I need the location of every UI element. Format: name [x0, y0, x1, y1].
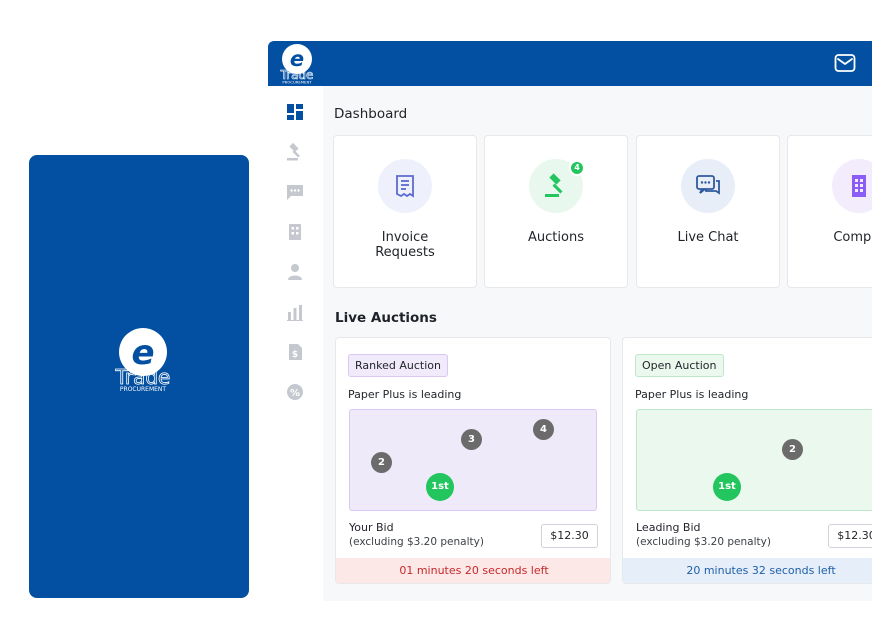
rank-marker-first: 1st: [713, 473, 741, 501]
trade-procurement-logo[interactable]: e Trade PROCUREMENT: [276, 44, 318, 84]
trade-procurement-logo: e Trade PROCUREMENT: [114, 328, 171, 392]
rank-marker: 4: [533, 419, 554, 440]
tile-auctions[interactable]: 4 Auctions: [484, 135, 628, 288]
auction-card-open[interactable]: Open Auction Paper Plus is leading 2 1st…: [622, 337, 872, 584]
gavel-icon[interactable]: [285, 142, 305, 162]
invoice-icon-circle: [378, 159, 432, 213]
rank-plot: 2 3 4 1st: [349, 409, 597, 511]
chat-icon-circle: [681, 159, 735, 213]
auction-type-badge: Ranked Auction: [348, 354, 448, 377]
gavel-icon: [545, 173, 563, 197]
bid-label: Leading Bid: [636, 521, 701, 534]
svg-text:PROCUREMENT: PROCUREMENT: [120, 386, 167, 392]
bar-chart-icon[interactable]: [285, 302, 305, 322]
bid-note: (excluding $3.20 penalty): [349, 536, 484, 548]
tile-label: Invoice Requests: [375, 230, 435, 260]
countdown-timer: 01 minutes 20 seconds left: [336, 558, 610, 583]
top-bar: e Trade PROCUREMENT: [268, 41, 872, 86]
app-window: e Trade PROCUREMENT $ % Dashboard Invoic…: [268, 41, 872, 601]
countdown-timer: 20 minutes 32 seconds left: [623, 558, 872, 583]
main-content: Dashboard Invoice Requests 4 Auctions Li…: [323, 86, 872, 601]
mail-icon[interactable]: [834, 53, 856, 73]
rank-marker: 2: [782, 439, 803, 460]
leading-text: Paper Plus is leading: [348, 388, 462, 401]
auction-card-ranked[interactable]: Ranked Auction Paper Plus is leading 2 3…: [335, 337, 611, 584]
tile-label: Auctions: [528, 230, 584, 245]
rank-marker-first: 1st: [426, 473, 454, 501]
sidebar: $ %: [268, 86, 323, 601]
rank-plot: 2 1st: [636, 409, 872, 511]
chat-icon: [696, 175, 720, 195]
bid-amount-field[interactable]: $12.30: [828, 524, 872, 548]
tile-live-chat[interactable]: Live Chat: [636, 135, 780, 288]
bid-label: Your Bid: [349, 521, 394, 534]
building-icon: [852, 175, 866, 197]
building-icon[interactable]: [285, 222, 305, 242]
dashboard-icon[interactable]: [285, 102, 305, 122]
rank-marker: 3: [461, 429, 482, 450]
svg-text:%: %: [290, 388, 300, 399]
percent-icon[interactable]: %: [285, 382, 305, 402]
tile-companies[interactable]: Compar: [787, 135, 872, 288]
tile-label: Compar: [833, 230, 872, 245]
live-auctions-title: Live Auctions: [335, 310, 437, 326]
auction-type-badge: Open Auction: [635, 354, 724, 377]
bid-amount-field[interactable]: $12.30: [541, 524, 598, 548]
leading-text: Paper Plus is leading: [635, 388, 749, 401]
chat-icon[interactable]: [285, 182, 305, 202]
building-icon-circle: [832, 159, 872, 213]
page-title: Dashboard: [334, 106, 408, 122]
rank-marker: 2: [371, 452, 392, 473]
dollar-document-icon[interactable]: $: [285, 342, 305, 362]
svg-text:PROCUREMENT: PROCUREMENT: [282, 80, 312, 85]
svg-text:$: $: [292, 350, 298, 360]
tile-invoice-requests[interactable]: Invoice Requests: [333, 135, 477, 288]
splash-screen: e Trade PROCUREMENT: [29, 155, 249, 598]
bid-note: (excluding $3.20 penalty): [636, 536, 771, 548]
notification-badge: 4: [569, 160, 585, 176]
invoice-icon: [396, 175, 414, 198]
tile-label: Live Chat: [677, 230, 739, 245]
user-icon[interactable]: [285, 262, 305, 282]
